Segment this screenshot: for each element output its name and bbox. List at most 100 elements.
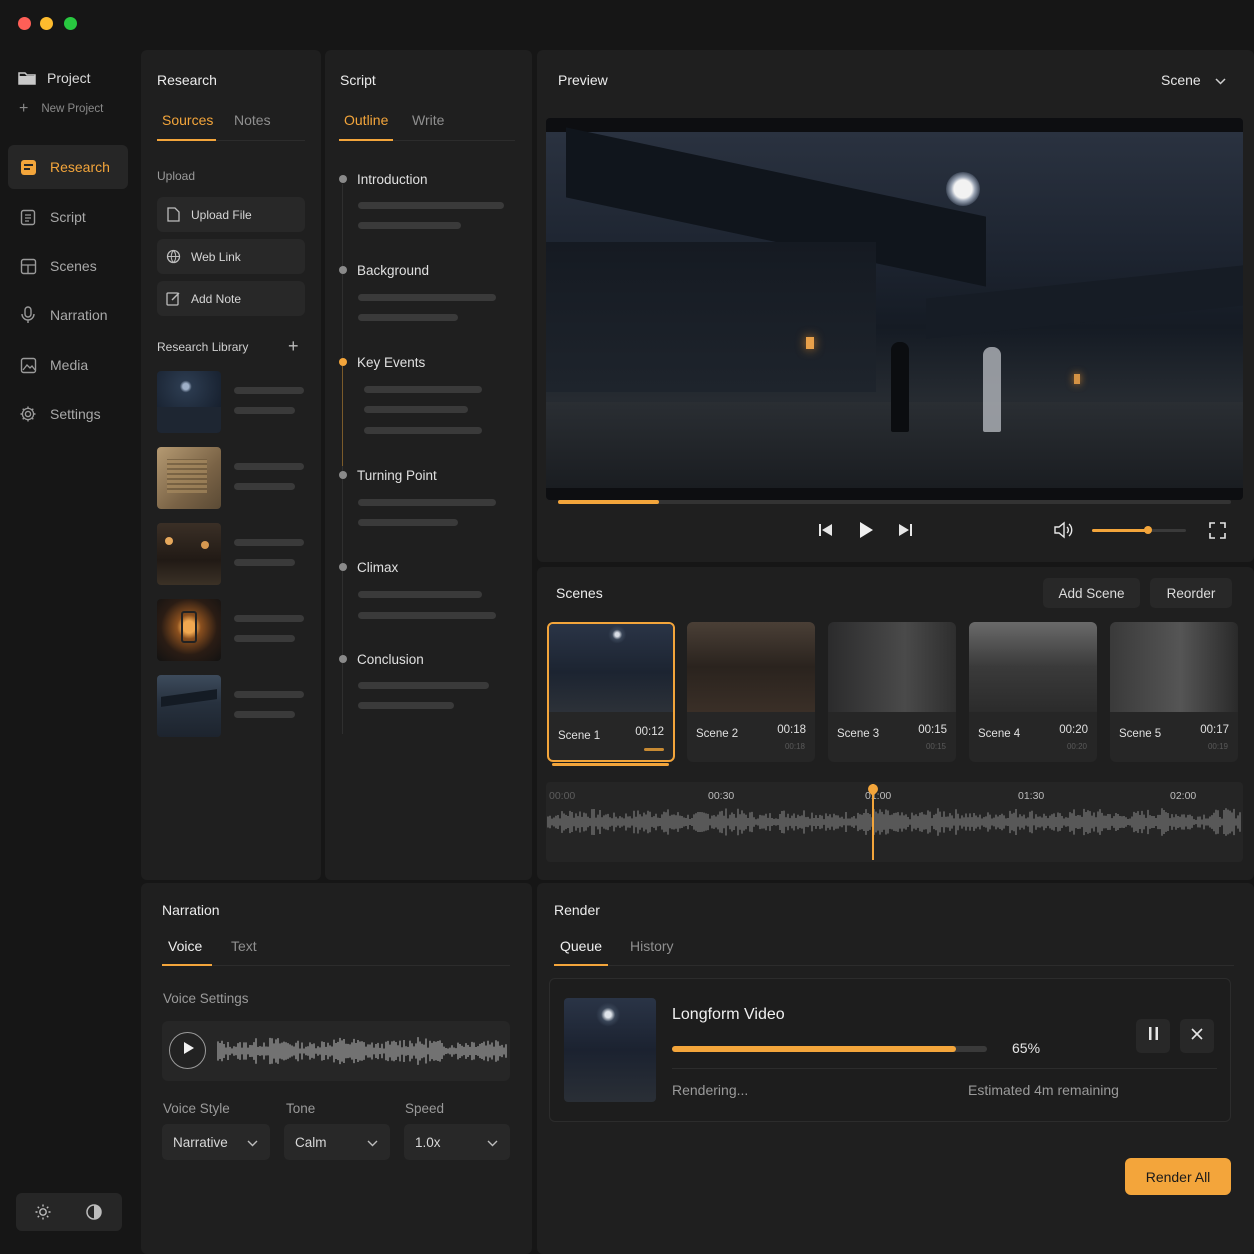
tab-outline[interactable]: Outline	[344, 112, 388, 128]
video-frame	[546, 127, 1243, 488]
outline-active-line	[342, 366, 343, 466]
window-minimize-button[interactable]	[40, 17, 53, 30]
library-thumbnail[interactable]	[157, 523, 221, 585]
skip-forward-button[interactable]	[899, 523, 912, 542]
reorder-label: Reorder	[1166, 585, 1216, 601]
scene-card[interactable]: Scene 2 00:18 00:18	[687, 622, 815, 762]
sidebar-item-narration[interactable]: Narration	[8, 293, 128, 337]
timeline-playhead[interactable]	[865, 781, 881, 860]
speed-label: Speed	[405, 1101, 445, 1116]
scene-card[interactable]: Scene 3 00:15 00:15	[828, 622, 956, 762]
plus-icon: +	[19, 100, 29, 117]
outline-item-key-events[interactable]: Key Events	[357, 355, 425, 370]
skip-forward-icon	[899, 524, 912, 541]
sidebar-item-research[interactable]: Research	[8, 145, 128, 189]
timeline-waveform	[547, 808, 1241, 836]
tab-divider	[554, 965, 1234, 966]
tone-select[interactable]: Calm	[284, 1124, 390, 1160]
outline-item-turning-point[interactable]: Turning Point	[357, 468, 437, 483]
reorder-button[interactable]: Reorder	[1150, 578, 1232, 608]
contrast-icon[interactable]	[85, 1203, 103, 1221]
render-job-thumbnail	[564, 998, 656, 1102]
window-maximize-button[interactable]	[64, 17, 77, 30]
library-thumbnail[interactable]	[157, 599, 221, 661]
tab-queue[interactable]: Queue	[560, 938, 602, 954]
timeline-tick-label: 01:30	[1018, 790, 1045, 802]
volume-slider[interactable]	[1092, 526, 1186, 534]
pause-render-button[interactable]	[1136, 1019, 1170, 1053]
library-thumbnail[interactable]	[157, 447, 221, 509]
outline-item-climax[interactable]: Climax	[357, 560, 398, 575]
video-player[interactable]	[546, 118, 1243, 500]
outline-item-conclusion[interactable]: Conclusion	[357, 652, 424, 667]
outline-item-background[interactable]: Background	[357, 263, 429, 278]
tab-write[interactable]: Write	[412, 112, 444, 128]
research-icon	[18, 157, 38, 177]
project-item[interactable]: Project	[18, 70, 91, 86]
scene-card[interactable]: Scene 1 00:12	[547, 622, 675, 762]
plus-icon: +	[288, 336, 299, 356]
figure	[983, 347, 1001, 432]
add-note-label: Add Note	[191, 291, 242, 306]
speed-select[interactable]: 1.0x	[404, 1124, 510, 1160]
library-thumbnail[interactable]	[157, 675, 221, 737]
sidebar-item-settings[interactable]: Settings	[8, 392, 128, 436]
volume-button[interactable]	[1054, 521, 1074, 544]
theme-switcher	[16, 1193, 122, 1231]
scene-dropdown[interactable]: Scene	[1161, 72, 1226, 88]
render-all-button[interactable]: Render All	[1125, 1158, 1231, 1195]
new-project-button[interactable]: + New Project	[19, 100, 103, 117]
tab-history[interactable]: History	[630, 938, 674, 954]
edit-icon	[165, 291, 181, 307]
sun-icon[interactable]	[34, 1203, 52, 1221]
library-item-placeholder	[234, 711, 295, 718]
timeline-tick-label: 00:30	[708, 790, 735, 802]
outline-placeholder	[358, 682, 489, 689]
tab-indicator	[339, 139, 393, 141]
fullscreen-icon	[1209, 522, 1226, 543]
sidebar-item-label: Research	[50, 159, 110, 175]
sidebar-item-scenes[interactable]: Scenes	[8, 244, 128, 288]
play-button[interactable]	[859, 521, 874, 544]
sidebar-item-label: Scenes	[50, 258, 97, 274]
skip-back-button[interactable]	[819, 523, 832, 542]
library-thumbnail[interactable]	[157, 371, 221, 433]
sidebar-item-label: Narration	[50, 307, 108, 323]
fullscreen-button[interactable]	[1209, 522, 1226, 544]
render-percent: 65%	[1012, 1040, 1041, 1056]
add-note-button[interactable]: Add Note	[157, 281, 305, 316]
speed-value: 1.0x	[415, 1134, 441, 1150]
tab-text[interactable]: Text	[231, 938, 257, 954]
video-progress-track[interactable]	[558, 500, 1231, 504]
sidebar-item-script[interactable]: Script	[8, 195, 128, 239]
close-icon	[1191, 1027, 1203, 1045]
voice-style-select[interactable]: Narrative	[162, 1124, 270, 1160]
web-link-button[interactable]: Web Link	[157, 239, 305, 274]
render-title: Render	[554, 902, 600, 918]
library-item-placeholder	[234, 559, 295, 566]
tab-sources[interactable]: Sources	[162, 112, 213, 128]
media-icon	[18, 355, 38, 375]
sidebar-item-media[interactable]: Media	[8, 343, 128, 387]
chevron-down-icon	[367, 1135, 378, 1150]
tab-notes[interactable]: Notes	[234, 112, 271, 128]
globe-icon	[165, 249, 181, 265]
scene-card[interactable]: Scene 5 00:17 00:19	[1110, 622, 1238, 762]
voice-preview	[162, 1021, 510, 1081]
window-close-button[interactable]	[18, 17, 31, 30]
video-progress-fill	[558, 500, 659, 504]
scene-card[interactable]: Scene 4 00:20 00:20	[969, 622, 1097, 762]
add-scene-button[interactable]: Add Scene	[1043, 578, 1140, 608]
tab-voice[interactable]: Voice	[168, 938, 202, 954]
timeline[interactable]	[546, 782, 1243, 862]
add-library-item-button[interactable]: +	[288, 337, 299, 355]
lantern	[1074, 374, 1080, 384]
cancel-render-button[interactable]	[1180, 1019, 1214, 1053]
outline-item-introduction[interactable]: Introduction	[357, 172, 428, 187]
sidebar-item-label: Media	[50, 357, 89, 373]
upload-file-button[interactable]: Upload File	[157, 197, 305, 232]
sidebar-item-label: Settings	[50, 406, 101, 422]
skip-back-icon	[819, 524, 832, 541]
voice-play-button[interactable]	[169, 1032, 206, 1069]
outline-placeholder	[358, 222, 461, 229]
